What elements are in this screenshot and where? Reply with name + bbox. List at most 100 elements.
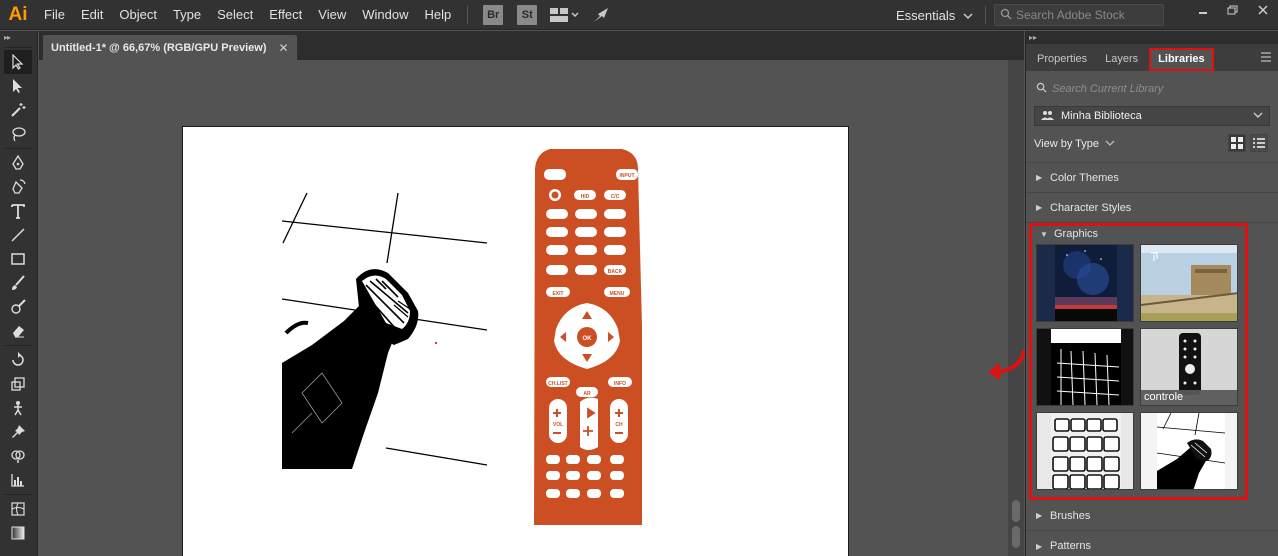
list-view-icon[interactable] [1250, 134, 1268, 152]
blob-brush-tool-icon[interactable] [0, 295, 36, 319]
remote-cc-label: C/C [611, 194, 620, 200]
section-graphics-header[interactable]: ▼ Graphics [1040, 228, 1098, 240]
scroll-thumb[interactable] [1012, 500, 1020, 522]
graphic-thumb-label: controle [1141, 390, 1237, 405]
red-arrow-annotation [988, 349, 1026, 380]
scroll-thumb[interactable] [1012, 526, 1020, 548]
line-tool-icon[interactable] [0, 223, 36, 247]
menu-window[interactable]: Window [354, 0, 416, 30]
canvas-area[interactable]: INPUT HID C/C BACK EXIT MENU CH.LIST AR … [39, 60, 1008, 556]
tab-libraries[interactable]: Libraries [1149, 48, 1214, 71]
section-label: Brushes [1050, 509, 1091, 522]
view-by-dropdown[interactable]: View by Type [1034, 138, 1099, 150]
stock-search-placeholder: Search Adobe Stock [1016, 8, 1125, 22]
menu-help[interactable]: Help [416, 0, 459, 30]
artboard[interactable]: INPUT HID C/C BACK EXIT MENU CH.LIST AR … [182, 126, 849, 556]
remote-back-label: BACK [608, 269, 623, 275]
document-tab[interactable]: Untitled-1* @ 66,67% (RGB/GPU Preview) ✕ [43, 35, 297, 60]
gpu-performance-icon[interactable] [592, 6, 612, 24]
library-graphic-thumb[interactable] [1036, 244, 1134, 322]
library-name: Minha Biblioteca [1061, 110, 1142, 122]
menu-type[interactable]: Type [165, 0, 209, 30]
selection-tool-icon[interactable] [4, 50, 32, 74]
remote-info-label: INFO [614, 381, 626, 387]
menu-separator [467, 5, 469, 24]
library-search-placeholder: Search Current Library [1052, 83, 1164, 95]
library-graphic-thumb[interactable]: controle [1140, 328, 1238, 406]
grid-view-icon[interactable] [1228, 134, 1246, 152]
curvature-tool-icon[interactable] [0, 175, 36, 199]
rectangle-tool-icon[interactable] [0, 247, 36, 271]
type-tool-icon[interactable] [0, 199, 36, 223]
tab-layers[interactable]: Layers [1096, 48, 1147, 71]
menu-effect[interactable]: Effect [261, 0, 310, 30]
gradient-tool-icon[interactable] [0, 521, 36, 545]
section-label: Patterns [1050, 540, 1091, 552]
direct-selection-tool-icon[interactable] [0, 74, 36, 98]
library-graphic-thumb[interactable] [1140, 412, 1238, 490]
menu-file[interactable]: File [36, 0, 73, 30]
panel-menu-icon[interactable] [1260, 52, 1272, 65]
chevron-down-icon: ▼ [1040, 229, 1048, 239]
magic-wand-tool-icon[interactable] [0, 98, 36, 122]
section-character-styles[interactable]: ▶ Character Styles [1026, 193, 1278, 223]
libraries-panel: ▸▸ Properties Layers Libraries Search Cu… [1025, 31, 1278, 556]
library-graphic-thumb[interactable] [1036, 328, 1134, 406]
search-icon [1000, 8, 1012, 23]
lasso-tool-icon[interactable] [0, 122, 36, 146]
graph-tool-icon[interactable] [0, 468, 36, 492]
panel-grip-icon[interactable]: ▸▸ [1026, 31, 1278, 44]
chevron-down-icon[interactable] [1105, 138, 1115, 150]
remote-control-graphic[interactable]: INPUT HID C/C BACK EXIT MENU CH.LIST AR … [532, 147, 642, 525]
chevron-right-icon: ▶ [1036, 173, 1043, 182]
search-icon [1036, 82, 1047, 96]
separator [985, 6, 986, 24]
library-search-input[interactable]: Search Current Library [1034, 79, 1270, 99]
puppet-warp-tool-icon[interactable] [0, 396, 36, 420]
remote-hid-label: HID [581, 194, 590, 200]
shape-builder-tool-icon[interactable] [0, 444, 36, 468]
close-icon[interactable] [1248, 0, 1278, 20]
sneaker-photo-graphic[interactable] [282, 193, 488, 469]
menu-view[interactable]: View [310, 0, 354, 30]
menu-object[interactable]: Object [111, 0, 165, 30]
tab-properties[interactable]: Properties [1028, 48, 1096, 71]
window-controls [1188, 0, 1278, 22]
close-icon[interactable]: ✕ [279, 41, 289, 55]
restore-icon[interactable] [1218, 0, 1248, 20]
separator [5, 47, 32, 48]
paintbrush-tool-icon[interactable] [0, 271, 36, 295]
library-graphic-thumb[interactable] [1140, 244, 1238, 322]
tools-panel: ▸▸ [0, 31, 38, 556]
vertical-scrollbar[interactable] [1008, 60, 1024, 556]
section-color-themes[interactable]: ▶ Color Themes [1026, 163, 1278, 193]
remote-menu-label: MENU [610, 291, 625, 297]
chevron-right-icon: ▶ [1036, 511, 1043, 520]
remote-vol-label: VOL [553, 422, 563, 428]
mesh-tool-icon[interactable] [0, 497, 36, 521]
section-label: Color Themes [1050, 171, 1119, 184]
view-toggles [1228, 134, 1268, 152]
section-patterns[interactable]: ▶ Patterns [1026, 531, 1278, 556]
menu-select[interactable]: Select [209, 0, 261, 30]
minimize-icon[interactable] [1188, 0, 1218, 20]
arrange-documents-icon[interactable] [550, 7, 580, 22]
remote-ar-label: AR [583, 391, 591, 397]
remote-exit-label: EXIT [552, 291, 563, 297]
pen-tool-icon[interactable] [0, 151, 36, 175]
library-select[interactable]: Minha Biblioteca [1034, 106, 1270, 126]
scale-tool-icon[interactable] [0, 372, 36, 396]
menu-edit[interactable]: Edit [73, 0, 111, 30]
eraser-tool-icon[interactable] [0, 319, 36, 343]
panel-grip-icon[interactable]: ▸▸ [0, 31, 37, 45]
stock-search-input[interactable]: Search Adobe Stock [994, 4, 1164, 26]
stock-button[interactable]: St [517, 4, 538, 25]
separator [5, 148, 32, 149]
bridge-button[interactable]: Br [483, 4, 504, 25]
library-graphic-thumb[interactable] [1036, 412, 1134, 490]
workspace-switcher[interactable]: Essentials [896, 0, 973, 30]
pin-tool-icon[interactable] [0, 420, 36, 444]
rotate-tool-icon[interactable] [0, 348, 36, 372]
section-brushes[interactable]: ▶ Brushes [1026, 501, 1278, 531]
separator [5, 345, 32, 346]
